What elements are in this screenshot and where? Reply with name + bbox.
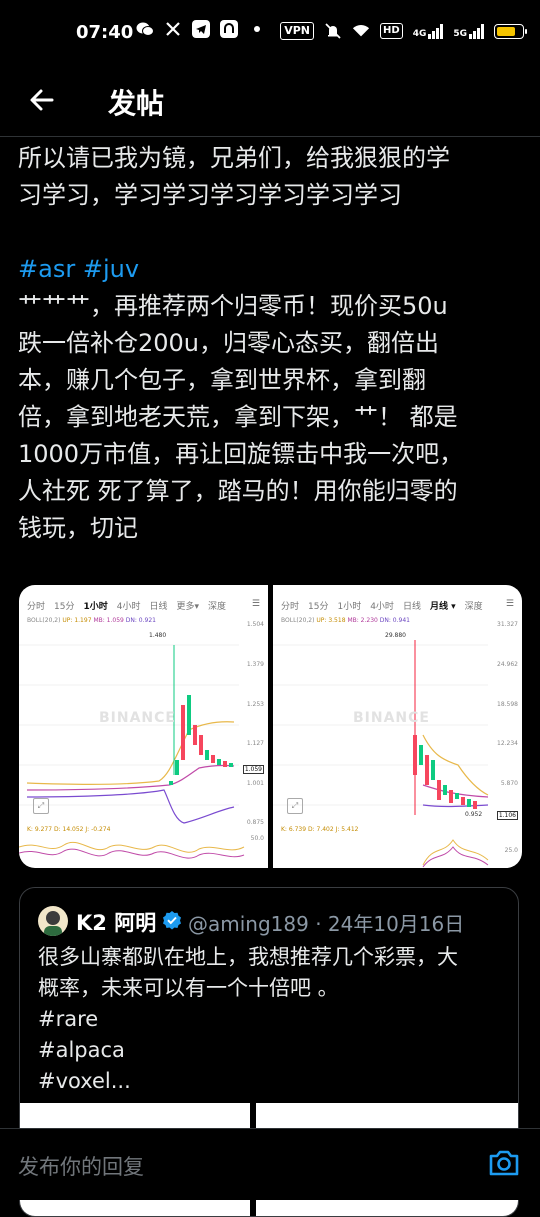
system-icons: VPN HD 4G 5G: [280, 22, 527, 40]
page-title: 发帖: [108, 87, 165, 120]
vpn-badge: VPN: [280, 22, 315, 40]
wifi-icon: [352, 22, 370, 40]
wechat-icon: [136, 20, 154, 38]
top-app-bar: 发帖: [0, 68, 540, 137]
post-line: 倍，拿到地老天荒，拿到下架，艹！ 都是: [18, 403, 458, 431]
post-line: 习学习，学习学习学习学习学习学习: [18, 181, 402, 209]
post-line: 艹艹艹，再推荐两个归零币！现价买50u: [18, 292, 448, 320]
network-4g-label: 4G: [412, 29, 427, 39]
hashtag-link[interactable]: #juv: [83, 255, 139, 283]
app-icon: [220, 20, 238, 38]
notification-icons: [136, 20, 266, 38]
signal-5g: 5G: [453, 23, 484, 39]
quoted-text: 很多山寨都趴在地上，我想推荐几个彩票，大 概率，未来可以有一个十倍吧 。 #ra…: [38, 942, 508, 1097]
status-bar: 07:40 VPN HD 4G 5G: [0, 0, 540, 68]
quoted-line: #rare: [38, 1007, 99, 1031]
post-body: 所以请已我为镜，兄弟们，给我狠狠的学 习学习，学习学习学习学习学习学习 #asr…: [18, 140, 523, 547]
hd-badge: HD: [380, 23, 403, 39]
post-line: 1000万市值，再让回旋镖击中我一次吧，: [18, 440, 464, 468]
quoted-author-name[interactable]: K2 阿明: [76, 907, 156, 937]
post-line: 钱玩，切记: [18, 514, 138, 542]
avatar[interactable]: [38, 906, 68, 936]
signal-bars-icon: [469, 23, 484, 39]
network-5g-label: 5G: [453, 29, 467, 39]
post-line: 所以请已我为镜，兄弟们，给我狠狠的学: [18, 144, 450, 172]
status-time: 07:40: [76, 22, 134, 43]
quoted-line: 概率，未来可以有一个十倍吧 。: [38, 976, 339, 1000]
verified-badge-icon: [163, 911, 181, 930]
mute-icon: [324, 22, 342, 40]
reply-input[interactable]: 发布你的回复: [18, 1151, 144, 1181]
kdj-lines: [19, 842, 245, 859]
signal-bars-icon: [428, 23, 444, 39]
dot-icon: [248, 20, 266, 38]
post-image-chart-1[interactable]: 分时 15分 1小时 4小时 日线 更多▾ 深度 ☰ BOLL(20,2) UP…: [19, 585, 268, 868]
post-image-chart-2[interactable]: 分时 15分 1小时 4小时 日线 月线 ▾ 深度 ☰ BOLL(20,2) U…: [273, 585, 522, 868]
x-logo-icon: [164, 20, 182, 38]
quoted-handle-date: @aming189 · 24年10月16日: [188, 912, 465, 936]
quoted-line: 很多山寨都趴在地上，我想推荐几个彩票，大: [38, 945, 458, 969]
signal-4g: 4G: [413, 23, 444, 39]
post-line: 人社死 死了算了，踏马的！用你能归零的: [18, 477, 458, 505]
quoted-line: #voxel...: [38, 1069, 131, 1093]
telegram-icon: [192, 20, 210, 38]
hashtag-line: #asr #juv: [18, 251, 523, 288]
back-arrow-icon[interactable]: [26, 84, 58, 116]
battery-icon: [494, 23, 527, 39]
hashtag-link[interactable]: #asr: [18, 255, 75, 283]
post-line: 本，赚几个包子，拿到世界杯，拿到翻: [18, 366, 426, 394]
kdj-lines: [422, 839, 489, 868]
camera-icon[interactable]: [486, 1145, 522, 1181]
reply-bar: 发布你的回复: [0, 1128, 540, 1200]
quoted-line: #alpaca: [38, 1038, 125, 1062]
post-line: 跌一倍补仓200u，归零心态买，翻倍出: [18, 329, 440, 357]
